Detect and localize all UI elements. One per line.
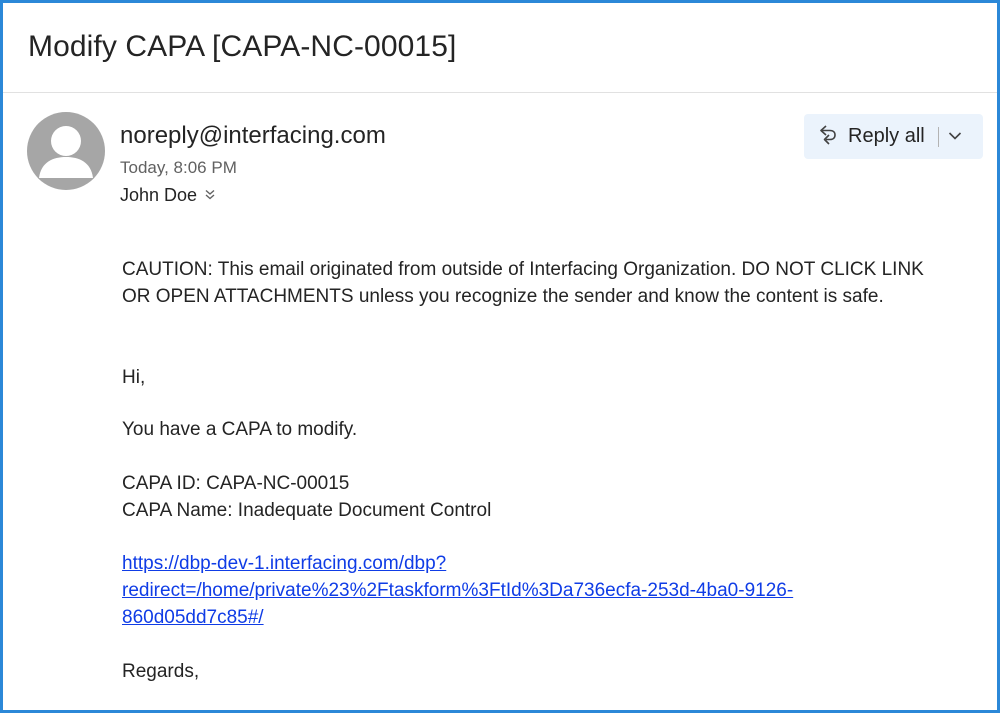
task-link-line-2[interactable]: redirect=/home/private%23%2Ftaskform%3Ft… (122, 577, 793, 604)
header-divider (3, 92, 997, 93)
email-reading-pane: Modify CAPA [CAPA-NC-00015] noreply@inte… (0, 0, 1000, 713)
double-chevron-down-icon[interactable] (205, 189, 215, 202)
capa-id: CAPA ID: CAPA-NC-00015 (122, 473, 350, 494)
task-link-line-1[interactable]: https://dbp-dev-1.interfacing.com/dbp? (122, 550, 793, 577)
reply-all-button[interactable]: Reply all (804, 114, 925, 159)
sender-address[interactable]: noreply@interfacing.com (120, 122, 386, 150)
reply-all-icon (817, 123, 839, 150)
caution-line-1: CAUTION: This email originated from outs… (122, 259, 924, 280)
caution-text: CAUTION: This email originated from outs… (122, 256, 924, 310)
closing: Regards, (122, 661, 200, 682)
person-avatar-icon[interactable] (27, 112, 105, 190)
reply-all-split-button: Reply all (804, 114, 983, 159)
capa-details: CAPA ID: CAPA-NC-00015 CAPA Name: Inadeq… (122, 470, 491, 524)
caution-line-2: OR OPEN ATTACHMENTS unless you recognize… (122, 286, 884, 307)
recipient-line[interactable]: John Doe (120, 185, 215, 206)
reply-options-dropdown[interactable] (939, 114, 972, 159)
task-link-line-3[interactable]: 860d05dd7c85#/ (122, 604, 793, 631)
chevron-down-icon (948, 128, 962, 146)
capa-name: CAPA Name: Inadequate Document Control (122, 500, 492, 521)
task-link[interactable]: https://dbp-dev-1.interfacing.com/dbp? r… (122, 550, 793, 631)
greeting: Hi, (122, 367, 146, 388)
sent-time: Today, 8:06 PM (120, 158, 237, 177)
reply-all-label: Reply all (848, 125, 925, 147)
email-subject: Modify CAPA [CAPA-NC-00015] (28, 30, 457, 63)
intro-text: You have a CAPA to modify. (122, 419, 358, 440)
recipient-name: John Doe (120, 185, 198, 205)
